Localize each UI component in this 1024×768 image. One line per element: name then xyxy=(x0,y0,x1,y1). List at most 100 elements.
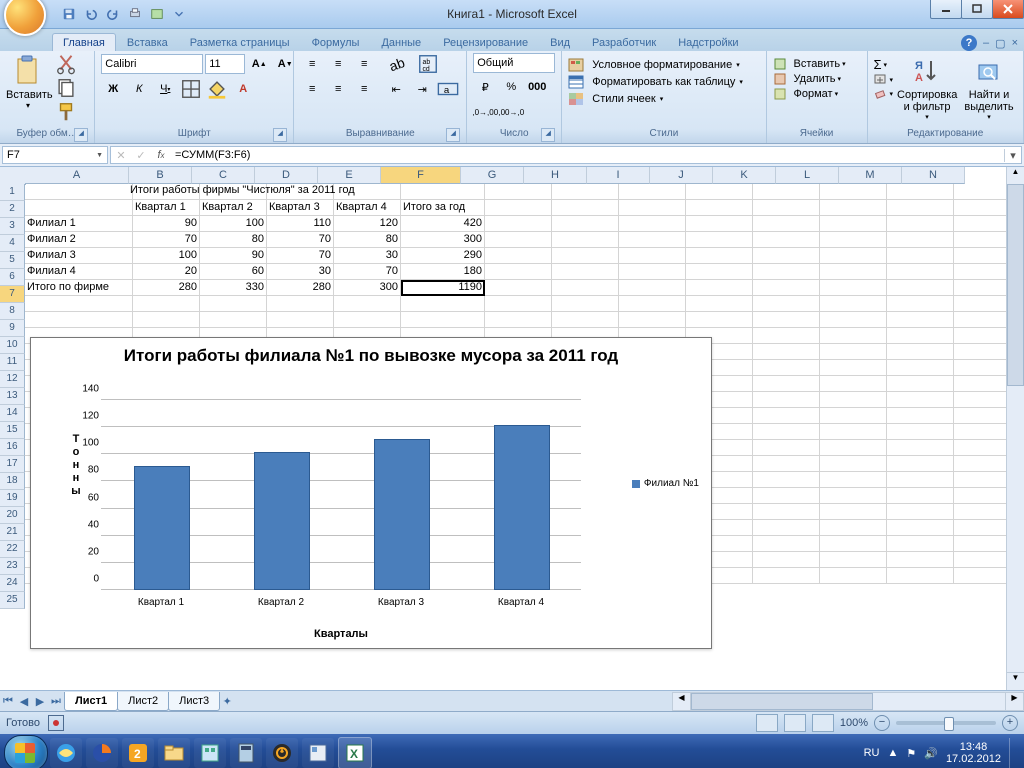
row-header-10[interactable]: 10 xyxy=(0,337,25,354)
cell-B[interactable]: Квартал 1 xyxy=(133,200,200,216)
cell-C[interactable]: 100 xyxy=(200,216,267,232)
sheet-nav-last-icon[interactable]: ⏭ xyxy=(48,695,64,708)
cell-L[interactable] xyxy=(820,392,887,408)
cell-A[interactable] xyxy=(25,184,133,200)
cell-A[interactable] xyxy=(25,296,133,312)
qat-customize-icon[interactable] xyxy=(170,5,188,23)
align-top-button[interactable]: ≡ xyxy=(300,53,324,75)
cell-L[interactable] xyxy=(820,296,887,312)
align-bottom-button[interactable]: ≡ xyxy=(352,53,376,75)
cell-K[interactable] xyxy=(753,488,820,504)
cell-G[interactable] xyxy=(485,200,552,216)
row-header-25[interactable]: 25 xyxy=(0,592,25,609)
tray-show-hidden-icon[interactable]: ▲ xyxy=(887,747,898,759)
cell-E[interactable]: 120 xyxy=(334,216,401,232)
row-header-12[interactable]: 12 xyxy=(0,371,25,388)
chart-bar[interactable] xyxy=(374,439,430,590)
cell-L[interactable] xyxy=(820,440,887,456)
cell-F[interactable] xyxy=(401,296,485,312)
cell-J[interactable] xyxy=(686,296,753,312)
cell-K[interactable] xyxy=(753,392,820,408)
cell-G[interactable] xyxy=(485,312,552,328)
row-header-6[interactable]: 6 xyxy=(0,269,25,286)
cell-A[interactable]: Филиал 2 xyxy=(25,232,133,248)
cell-C[interactable]: 330 xyxy=(200,280,267,296)
cell-J[interactable] xyxy=(686,184,753,200)
tab-data[interactable]: Данные xyxy=(370,33,432,51)
formula-input[interactable]: =СУММ(F3:F6) xyxy=(171,149,1004,161)
cell-F[interactable]: 300 xyxy=(401,232,485,248)
cell-E[interactable]: 30 xyxy=(334,248,401,264)
cell-H[interactable] xyxy=(552,216,619,232)
cell-D[interactable]: Квартал 3 xyxy=(267,200,334,216)
cell-L[interactable] xyxy=(820,216,887,232)
cell-K[interactable] xyxy=(753,248,820,264)
chart-bar[interactable] xyxy=(494,425,550,590)
cell-M[interactable] xyxy=(887,504,954,520)
cell-K[interactable] xyxy=(753,520,820,536)
sheet-nav-first-icon[interactable]: ⏮ xyxy=(0,695,16,708)
orientation-button[interactable]: ab xyxy=(384,53,408,75)
font-launcher[interactable]: ◢ xyxy=(273,128,287,142)
cell-H[interactable] xyxy=(552,248,619,264)
cell-E[interactable]: Квартал 4 xyxy=(334,200,401,216)
tab-developer[interactable]: Разработчик xyxy=(581,33,667,51)
zoom-out-button[interactable]: − xyxy=(874,715,890,731)
taskbar-app-icon-1[interactable]: 2 xyxy=(122,738,154,768)
cell-K[interactable] xyxy=(753,472,820,488)
row-header-24[interactable]: 24 xyxy=(0,575,25,592)
clear-button[interactable]: ▾ xyxy=(874,88,894,100)
cell-L[interactable] xyxy=(820,280,887,296)
doc-close-icon[interactable]: × xyxy=(1012,37,1018,49)
horizontal-scrollbar[interactable]: ◀ ▶ xyxy=(672,692,1024,711)
worksheet-grid[interactable]: ABCDEFGHIJKLMN 1234567891011121314151617… xyxy=(0,167,1024,690)
fill-button[interactable]: ▾ xyxy=(874,74,894,86)
cell-C[interactable] xyxy=(200,296,267,312)
cell-H[interactable] xyxy=(552,200,619,216)
expand-formula-bar-icon[interactable]: ▾ xyxy=(1004,149,1021,162)
cell-L[interactable] xyxy=(820,536,887,552)
taskbar-ie-icon[interactable] xyxy=(50,738,82,768)
zoom-slider[interactable] xyxy=(896,721,996,725)
cell-A[interactable] xyxy=(25,200,133,216)
cell-I[interactable] xyxy=(619,264,686,280)
copy-button[interactable] xyxy=(54,77,78,99)
cell-M[interactable] xyxy=(887,520,954,536)
cell-K[interactable] xyxy=(753,344,820,360)
row-header-3[interactable]: 3 xyxy=(0,218,25,235)
cell-A[interactable] xyxy=(25,312,133,328)
cell-K[interactable] xyxy=(753,440,820,456)
cell-L[interactable] xyxy=(820,328,887,344)
cell-K[interactable] xyxy=(753,376,820,392)
cell-M[interactable] xyxy=(887,456,954,472)
row-header-22[interactable]: 22 xyxy=(0,541,25,558)
taskbar-app-icon-2[interactable] xyxy=(194,738,226,768)
cell-E[interactable] xyxy=(334,296,401,312)
cell-K[interactable] xyxy=(753,328,820,344)
row-header-11[interactable]: 11 xyxy=(0,354,25,371)
col-header-K[interactable]: K xyxy=(713,167,776,184)
cell-A[interactable]: Филиал 3 xyxy=(25,248,133,264)
col-header-L[interactable]: L xyxy=(776,167,839,184)
doc-restore-icon[interactable]: ▢ xyxy=(995,37,1005,50)
cell-I[interactable] xyxy=(619,232,686,248)
cell-F[interactable] xyxy=(401,184,485,200)
close-button[interactable] xyxy=(992,0,1024,19)
row-header-5[interactable]: 5 xyxy=(0,252,25,269)
cell-M[interactable] xyxy=(887,440,954,456)
show-desktop-button[interactable] xyxy=(1009,738,1020,768)
decrease-decimal-button[interactable]: ,00→,0 xyxy=(499,101,523,123)
undo-icon[interactable] xyxy=(82,5,100,23)
row-header-4[interactable]: 4 xyxy=(0,235,25,252)
row-header-13[interactable]: 13 xyxy=(0,388,25,405)
cell-K[interactable] xyxy=(753,552,820,568)
tab-insert[interactable]: Вставка xyxy=(116,33,179,51)
bold-button[interactable]: Ж xyxy=(101,78,125,100)
cell-J[interactable] xyxy=(686,216,753,232)
cell-M[interactable] xyxy=(887,408,954,424)
format-cells-button[interactable]: Формат ▾ xyxy=(773,87,839,101)
cell-D[interactable]: 110 xyxy=(267,216,334,232)
font-size-combo[interactable] xyxy=(205,54,245,74)
cell-L[interactable] xyxy=(820,504,887,520)
cell-E[interactable]: 80 xyxy=(334,232,401,248)
